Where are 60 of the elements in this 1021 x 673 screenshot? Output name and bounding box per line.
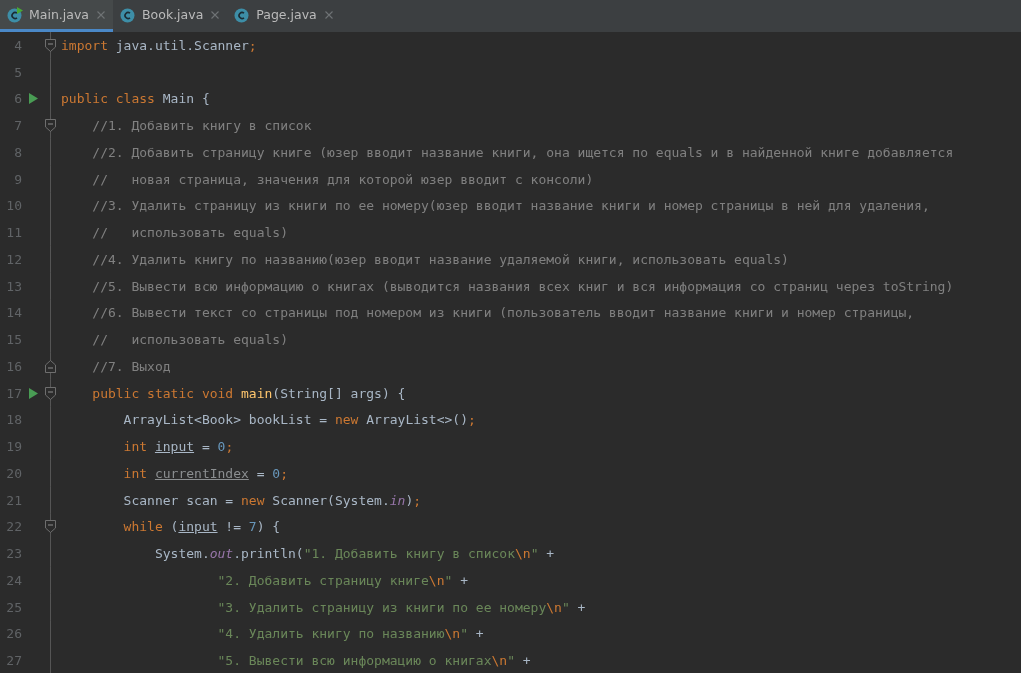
code-line: //2. Добавить страницу книге (юзер вводит название книги, она ищется по equals и в найденной книге добавляется — [91, 144, 954, 160]
code-line: ArrayList<Book> bookList = new ArrayList<>(); — [122, 412, 476, 428]
run-icon[interactable] — [28, 387, 38, 399]
fold-icon[interactable] — [45, 520, 56, 534]
code-line: "2. Добавить страницу книге\n" + — [216, 572, 468, 588]
code-line: //6. Вывести текст со страницы под номером из книги (пользователь вводит название книги и номер страницы, — [91, 305, 915, 321]
file-tab[interactable]: Book.java — [113, 0, 228, 32]
fold-icon[interactable] — [45, 119, 56, 133]
line-number: 6 — [13, 91, 22, 107]
code-line: int currentIndex = 0; — [122, 465, 288, 481]
line-number: 19 — [5, 439, 22, 455]
file-tab[interactable]: Main.java — [0, 0, 113, 32]
line-number: 14 — [5, 305, 22, 321]
line-number: 13 — [5, 278, 22, 294]
code-line: // использовать equals) — [91, 225, 288, 241]
code-line: "5. Вывести всю информацию о книгах\n" + — [216, 653, 531, 669]
line-number: 24 — [5, 572, 22, 588]
line-number: 5 — [13, 64, 22, 80]
line-number: 23 — [5, 546, 22, 562]
line-number: 22 — [5, 519, 22, 535]
code-line: int input = 0; — [122, 439, 234, 455]
line-number: 27 — [5, 653, 22, 669]
file-tab[interactable]: Page.java — [227, 0, 341, 32]
fold-icon[interactable] — [45, 38, 56, 52]
line-number: 16 — [5, 358, 22, 374]
line-number: 8 — [13, 144, 22, 160]
line-number: 25 — [5, 599, 22, 615]
code-line: //7. Выход — [91, 358, 171, 374]
line-number: 9 — [13, 171, 22, 187]
code-line: // новая страница, значения для которой юзер вводит с консоли) — [91, 171, 594, 187]
run-icon[interactable] — [28, 93, 38, 105]
line-number: 15 — [5, 332, 22, 348]
close-icon[interactable] — [324, 10, 333, 19]
line-number: 17 — [5, 385, 22, 401]
close-icon[interactable] — [211, 10, 220, 19]
line-number: 7 — [13, 118, 22, 134]
code-line: //5. Вывести всю информацию о книгах (выводится названия всех книг и вся информация со страниц через toString) — [91, 278, 954, 294]
code-line: //3. Удалить страницу из книги по ее номеру(юзер вводит название книги и номер страницы в ней для удаления, — [91, 198, 930, 214]
code-line: import java.util.Scanner; — [61, 37, 257, 53]
line-number: 10 — [5, 198, 22, 214]
line-number: 20 — [5, 465, 22, 481]
code-line: //1. Добавить книгу в список — [91, 118, 312, 134]
fold-icon[interactable] — [45, 386, 56, 400]
line-number: 4 — [13, 37, 22, 53]
close-icon[interactable] — [97, 10, 105, 19]
line-number: 12 — [5, 251, 22, 267]
line-number: 21 — [5, 492, 22, 508]
code-line: Scanner scan = new Scanner(System.in); — [122, 492, 422, 508]
code-line: public static void main(String[] args) { — [91, 385, 406, 401]
line-number: 26 — [5, 626, 22, 642]
fold-icon[interactable] — [45, 359, 56, 373]
code-line: // использовать equals) — [91, 332, 288, 348]
code-line: System.out.println("1. Добавить книгу в список\n" + — [153, 546, 555, 562]
line-number: 11 — [5, 225, 22, 241]
code-line: "3. Удалить страницу из книги по ее номеру\n" + — [216, 599, 586, 615]
code-line: while (input != 7) { — [122, 519, 281, 535]
code-line: "4. Удалить книгу по названию\n" + — [216, 626, 484, 642]
code-line: //4. Удалить книгу по названию(юзер вводит название удаляемой книги, использовать equals) — [91, 251, 789, 267]
code-line: public class Main { — [61, 91, 210, 107]
line-number: 18 — [5, 412, 22, 428]
